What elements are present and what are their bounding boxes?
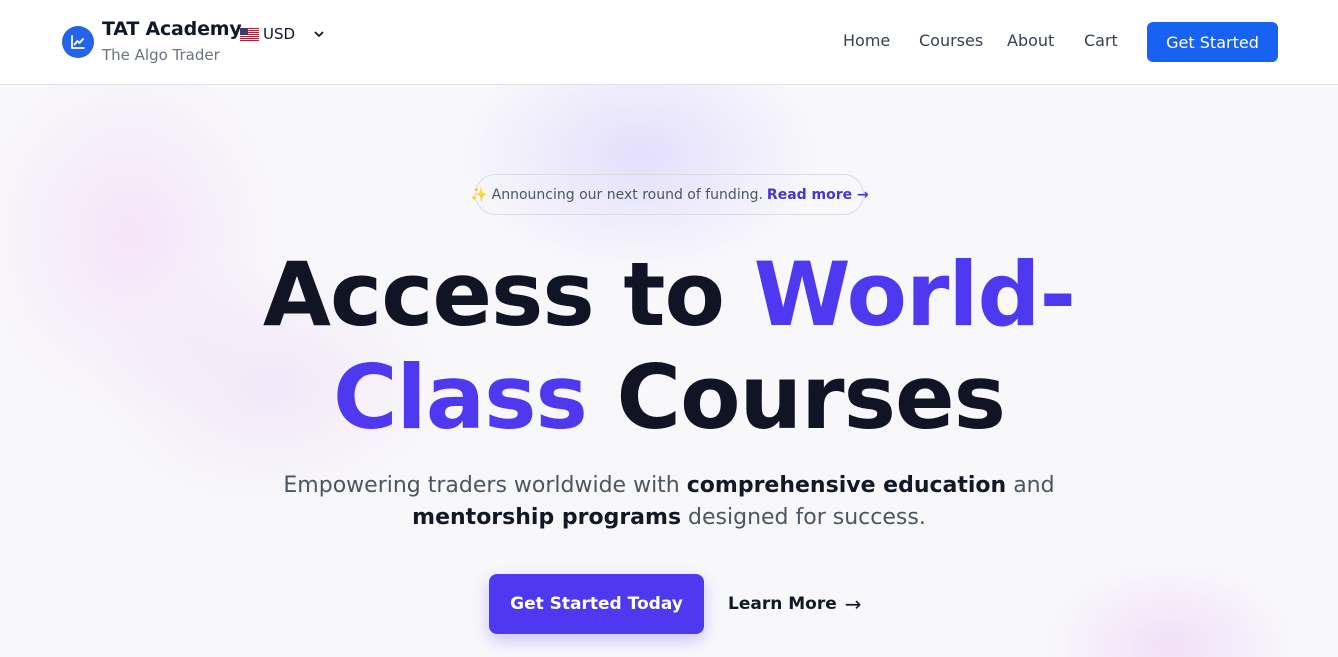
chevron-down-icon xyxy=(314,31,324,37)
nav-link-about[interactable]: About xyxy=(1007,31,1054,50)
nav-link-courses[interactable]: Courses xyxy=(919,31,983,50)
headline-accent: Class xyxy=(332,346,588,449)
announcement-text: Announcing our next round of funding. xyxy=(491,186,763,203)
hero-headline-line-2: Class Courses xyxy=(332,346,1006,449)
nav-link-cart[interactable]: Cart xyxy=(1084,31,1118,50)
hero-subtitle-line-2: mentorship programs designed for success… xyxy=(412,505,926,530)
learn-more-button[interactable]: Learn More → xyxy=(728,591,862,617)
learn-more-label: Learn More xyxy=(728,594,837,614)
site-header: TAT Academy The Algo Trader USD Home Cou… xyxy=(0,0,1338,85)
brand-name[interactable]: TAT Academy xyxy=(102,18,242,40)
currency-label: USD xyxy=(263,25,296,43)
currency-selector[interactable]: USD xyxy=(240,24,325,44)
announcement-pill: ✨ Announcing our next round of funding. … xyxy=(470,174,869,215)
sparkles-icon: ✨ xyxy=(470,186,488,203)
get-started-button[interactable]: Get Started xyxy=(1147,22,1278,62)
read-more-link[interactable]: Read more → xyxy=(767,187,869,203)
hero-subtitle-line-1: Empowering traders worldwide with compre… xyxy=(283,473,1055,498)
brand-subtitle: The Algo Trader xyxy=(102,46,220,64)
hero-section: ✨ Announcing our next round of funding. … xyxy=(0,85,1338,657)
nav-link-home[interactable]: Home xyxy=(843,31,890,50)
arrow-right-icon: → xyxy=(857,186,869,203)
headline-accent: World- xyxy=(753,243,1076,346)
us-flag-icon xyxy=(240,27,259,41)
hero-headline-line-1: Access to World- xyxy=(262,243,1076,346)
trending-up-chart-icon[interactable] xyxy=(62,26,94,58)
get-started-today-button[interactable]: Get Started Today xyxy=(489,574,704,634)
arrow-right-icon: → xyxy=(844,592,862,616)
